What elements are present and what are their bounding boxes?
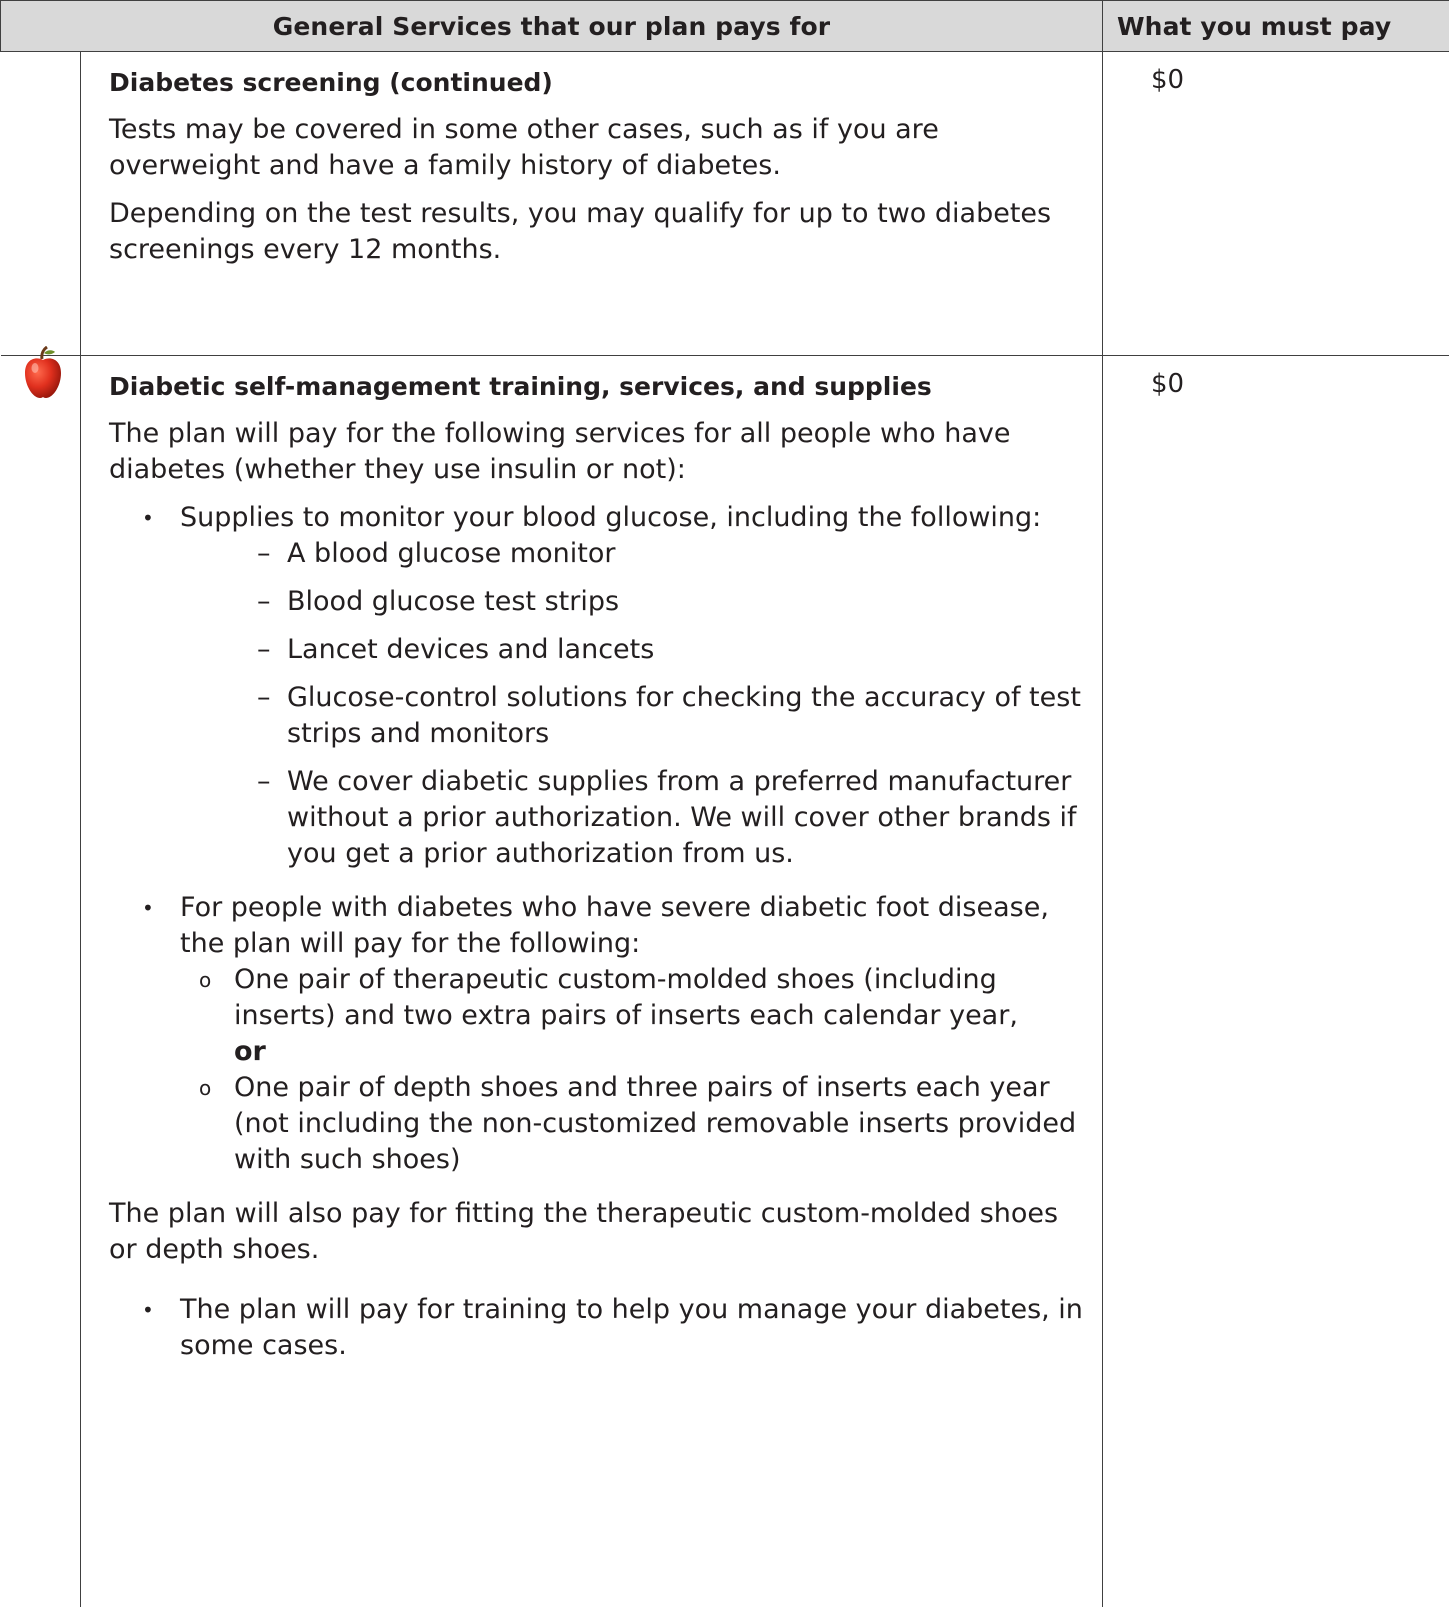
sub-list-item: – Blood glucose test strips xyxy=(109,584,1084,620)
bullet-marker: • xyxy=(142,890,154,926)
sub-list-item-text: Blood glucose test strips xyxy=(287,586,619,617)
dash-marker: – xyxy=(257,680,271,716)
sub-list-item-text: Glucose-control solutions for checking t… xyxy=(287,682,1081,749)
dash-marker: – xyxy=(257,764,271,800)
list-item-text: The plan will pay for training to help y… xyxy=(180,1294,1083,1361)
paragraph: Tests may be covered in some other cases… xyxy=(109,112,1084,184)
paragraph: The plan will also pay for fitting the t… xyxy=(109,1196,1084,1268)
list-item-text: Supplies to monitor your blood glucose, … xyxy=(180,502,1041,533)
bullet-marker: • xyxy=(142,1292,154,1328)
bullet-marker: • xyxy=(142,500,154,536)
benefits-table: General Services that our plan pays for … xyxy=(0,0,1449,1607)
sub-list-item-text: One pair of depth shoes and three pairs … xyxy=(234,1072,1076,1175)
dash-marker: – xyxy=(257,584,271,620)
cost-cell: $0 xyxy=(1103,52,1449,356)
sub-list-item: – Glucose-control solutions for checking… xyxy=(109,680,1084,752)
circle-marker: o xyxy=(199,962,211,998)
sub-list-item-text: One pair of therapeutic custom-molded sh… xyxy=(234,964,1018,1031)
sub-list-item-text: A blood glucose monitor xyxy=(287,538,615,569)
table-header-row: General Services that our plan pays for … xyxy=(1,1,1449,52)
service-description-cell: Diabetes screening (continued) Tests may… xyxy=(81,52,1103,356)
icon-cell xyxy=(1,356,81,1607)
sub-list-item-text: Lancet devices and lancets xyxy=(287,634,654,665)
services-column-header: General Services that our plan pays for xyxy=(1,1,1103,52)
payment-column-header: What you must pay xyxy=(1103,1,1449,52)
list-item-text: For people with diabetes who have severe… xyxy=(180,892,1049,959)
circle-marker: o xyxy=(199,1070,211,1106)
table-row: Diabetes screening (continued) Tests may… xyxy=(1,52,1449,356)
table-row: Diabetic self-management training, servi… xyxy=(1,356,1449,1607)
sub-list-item: – We cover diabetic supplies from a pref… xyxy=(109,764,1084,872)
service-description-cell: Diabetic self-management training, servi… xyxy=(81,356,1103,1607)
sub-list-item: – A blood glucose monitor xyxy=(109,536,1084,572)
sub-list-item: o One pair of depth shoes and three pair… xyxy=(109,1070,1084,1178)
list-item: • For people with diabetes who have seve… xyxy=(109,890,1084,962)
sub-list-item: o One pair of therapeutic custom-molded … xyxy=(109,962,1084,1070)
list-item: • Supplies to monitor your blood glucose… xyxy=(109,500,1084,536)
dash-marker: – xyxy=(257,536,271,572)
paragraph: Depending on the test results, you may q… xyxy=(109,196,1084,268)
cost-cell: $0 xyxy=(1103,356,1449,1607)
icon-cell xyxy=(1,52,81,356)
apple-icon xyxy=(22,346,64,400)
service-title: Diabetes screening (continued) xyxy=(109,66,1084,100)
or-emphasis: or xyxy=(234,1036,266,1067)
service-title: Diabetic self-management training, servi… xyxy=(109,370,1084,404)
sub-list-item: – Lancet devices and lancets xyxy=(109,632,1084,668)
sub-list-item-text: We cover diabetic supplies from a prefer… xyxy=(287,766,1077,869)
dash-marker: – xyxy=(257,632,271,668)
paragraph: The plan will pay for the following serv… xyxy=(109,416,1084,488)
list-item: • The plan will pay for training to help… xyxy=(109,1292,1084,1364)
